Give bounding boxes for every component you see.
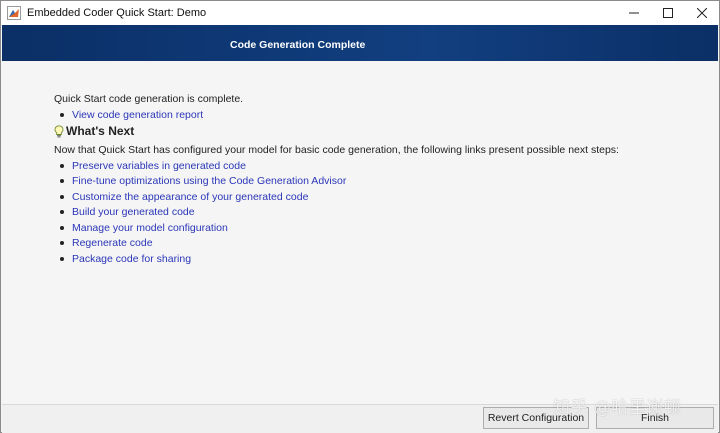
- window-controls: [617, 1, 719, 25]
- revert-configuration-button[interactable]: Revert Configuration: [483, 407, 589, 429]
- close-icon: [697, 8, 707, 18]
- minimize-icon: [629, 12, 639, 14]
- bullet-icon: [60, 241, 64, 246]
- button-bar: Revert Configuration Finish: [2, 404, 718, 433]
- list-item: Regenerate code: [60, 236, 346, 252]
- banner-title: Code Generation Complete: [230, 39, 366, 51]
- list-item: Customize the appearance of your generat…: [60, 189, 346, 205]
- whats-next-title: What's Next: [66, 124, 135, 138]
- content-panel: Quick Start code generation is complete.…: [2, 61, 718, 404]
- manage-configuration-link[interactable]: Manage your model configuration: [72, 222, 228, 234]
- maximize-icon: [663, 8, 673, 18]
- quick-start-window: Embedded Coder Quick Start: Demo Code Ge…: [0, 0, 720, 433]
- bullet-icon: [60, 163, 64, 168]
- list-item: Fine-tune optimizations using the Code G…: [60, 174, 346, 190]
- bullet-icon: [60, 225, 64, 230]
- app-icon: [7, 6, 21, 20]
- bullet-icon: [60, 256, 64, 261]
- completion-message: Quick Start code generation is complete.: [54, 93, 244, 105]
- bullet-icon: [60, 210, 64, 215]
- bullet-icon: [60, 112, 64, 117]
- next-steps-intro: Now that Quick Start has configured your…: [54, 144, 619, 156]
- lightbulb-icon: [54, 124, 64, 138]
- maximize-button[interactable]: [651, 1, 685, 25]
- next-steps-list: Preserve variables in generated code Fin…: [60, 158, 346, 267]
- fine-tune-optimizations-link[interactable]: Fine-tune optimizations using the Code G…: [72, 175, 346, 187]
- minimize-button[interactable]: [617, 1, 651, 25]
- finish-button[interactable]: Finish: [596, 407, 714, 429]
- list-item: Manage your model configuration: [60, 220, 346, 236]
- list-item: Package code for sharing: [60, 251, 346, 267]
- build-generated-code-link[interactable]: Build your generated code: [72, 206, 195, 218]
- bullet-icon: [60, 194, 64, 199]
- title-bar[interactable]: Embedded Coder Quick Start: Demo: [1, 1, 719, 25]
- preserve-variables-link[interactable]: Preserve variables in generated code: [72, 160, 246, 172]
- header-banner: Code Generation Complete: [2, 25, 718, 61]
- report-list: View code generation report: [60, 107, 203, 123]
- close-button[interactable]: [685, 1, 719, 25]
- list-item: View code generation report: [60, 107, 203, 123]
- window-title: Embedded Coder Quick Start: Demo: [27, 7, 207, 19]
- customize-appearance-link[interactable]: Customize the appearance of your generat…: [72, 191, 308, 203]
- list-item: Preserve variables in generated code: [60, 158, 346, 174]
- bullet-icon: [60, 179, 64, 184]
- view-report-link[interactable]: View code generation report: [72, 109, 203, 121]
- regenerate-code-link[interactable]: Regenerate code: [72, 237, 153, 249]
- package-code-link[interactable]: Package code for sharing: [72, 253, 191, 265]
- list-item: Build your generated code: [60, 205, 346, 221]
- whats-next-heading: What's Next: [54, 124, 134, 138]
